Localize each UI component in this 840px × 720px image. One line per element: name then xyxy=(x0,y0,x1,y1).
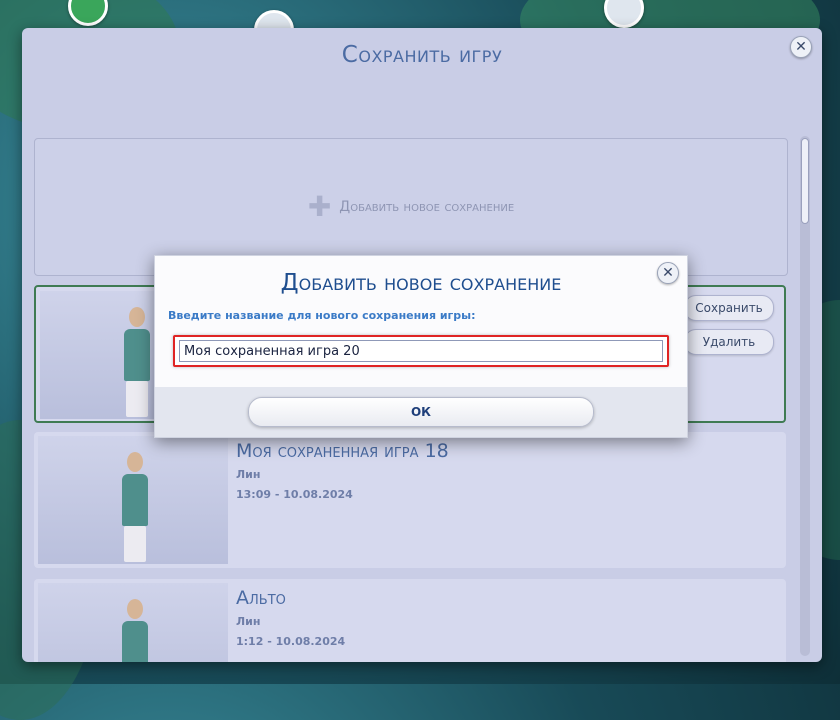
window-title: Сохранить игру xyxy=(341,42,503,68)
delete-button[interactable]: Удалить xyxy=(684,329,774,355)
save-slot[interactable]: Моя сохраненная игра 18 Лин 13:09 - 10.0… xyxy=(34,432,786,568)
scrollbar[interactable] xyxy=(800,136,810,656)
save-name-label: Введите название для нового сохранения и… xyxy=(168,309,476,322)
save-slot[interactable]: Альто Лин 1:12 - 10.08.2024 xyxy=(34,579,786,662)
slot-name: Альто xyxy=(236,587,286,609)
slot-timestamp: 13:09 - 10.08.2024 xyxy=(236,488,353,501)
slot-household: Лин xyxy=(236,615,261,628)
ok-button[interactable]: ОК xyxy=(248,397,594,427)
slot-name: Моя сохраненная игра 18 xyxy=(236,440,449,462)
add-new-save-label: Добавить новое сохранение xyxy=(339,199,515,215)
save-name-input[interactable] xyxy=(179,340,663,362)
slot-household: Лин xyxy=(236,468,261,481)
save-button[interactable]: Сохранить xyxy=(684,295,774,321)
sim-figure xyxy=(118,599,152,662)
sim-thumbnail xyxy=(38,583,228,662)
scrollbar-thumb[interactable] xyxy=(801,138,809,224)
close-icon[interactable]: ✕ xyxy=(790,36,812,58)
modal-title: Добавить новое сохранение xyxy=(280,270,562,296)
input-highlight-frame xyxy=(173,335,669,367)
plus-icon: ✚ xyxy=(307,190,332,223)
add-save-modal: ✕ Добавить новое сохранение Введите назв… xyxy=(154,255,688,438)
modal-footer: ОК xyxy=(155,387,687,437)
sim-thumbnail xyxy=(38,436,228,564)
sim-figure xyxy=(120,307,154,417)
sim-figure xyxy=(118,452,152,562)
slot-timestamp: 1:12 - 10.08.2024 xyxy=(236,635,346,648)
